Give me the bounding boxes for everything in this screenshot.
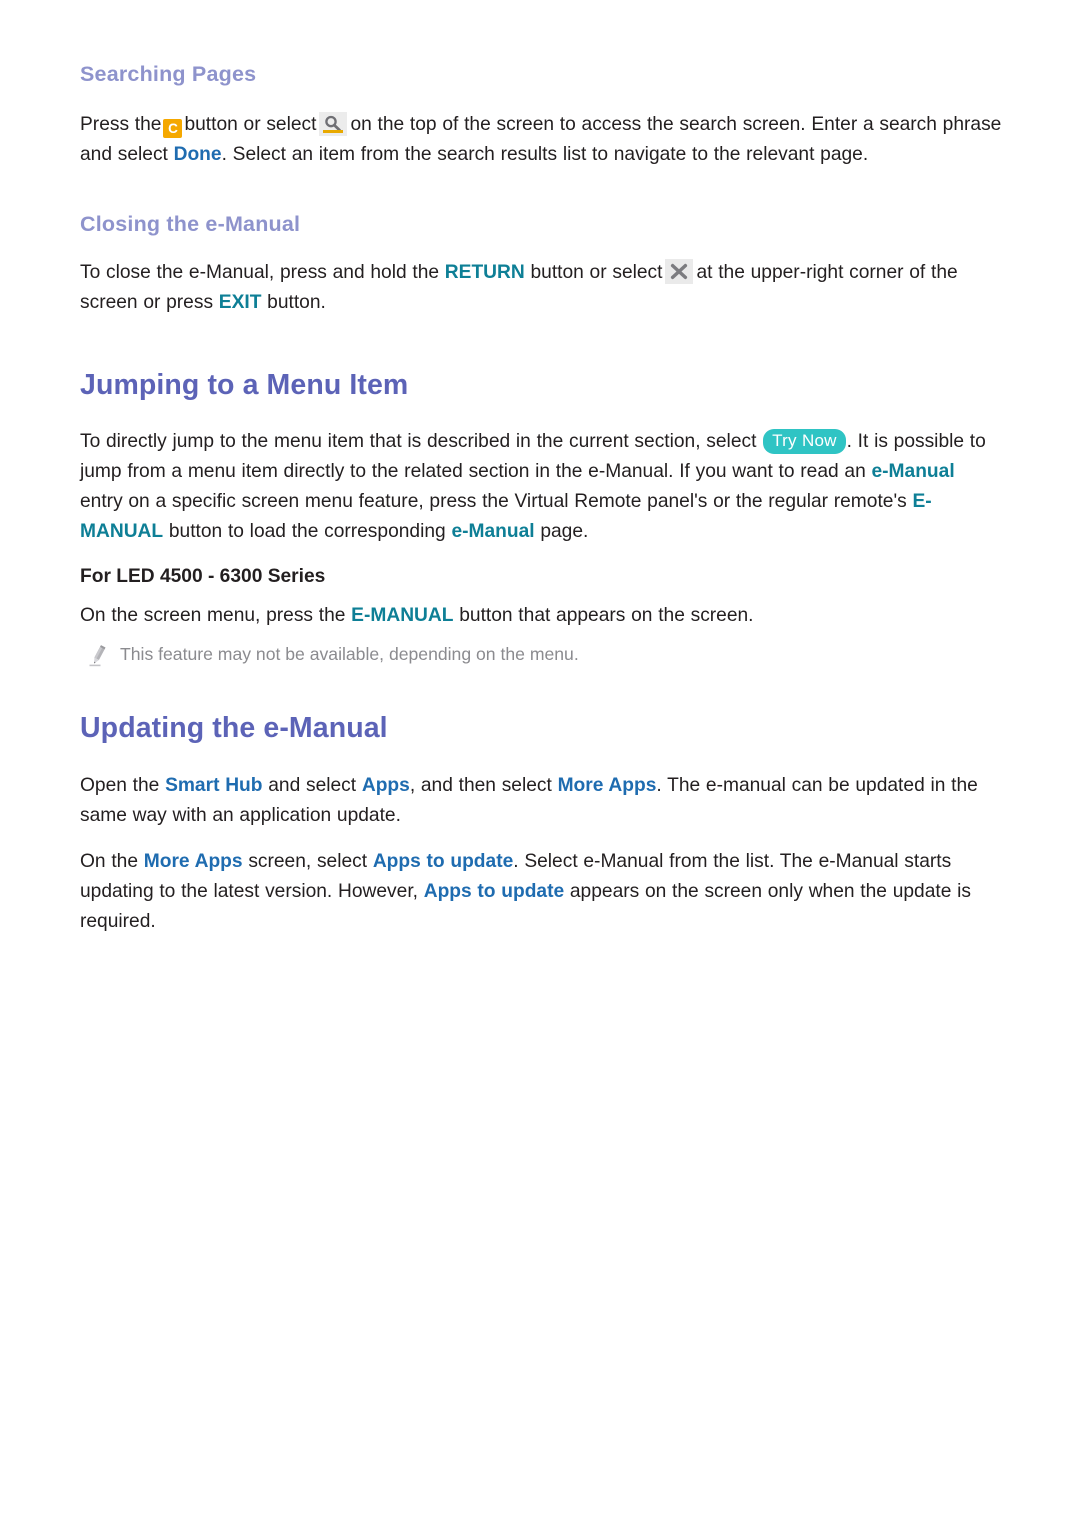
heading-closing-emanual: Closing the e-Manual	[80, 211, 301, 236]
text-run: On the	[80, 850, 138, 872]
link-apps-to-update-first[interactable]: Apps to update	[373, 851, 513, 872]
heading-jumping-to-menu-item: Jumping to a Menu Item	[80, 368, 409, 401]
text-run: screen, select	[248, 850, 368, 872]
text-run: To close the e-Manual, press and hold th…	[80, 261, 440, 283]
text-run: entry on a specific screen menu feature,…	[80, 491, 907, 513]
link-apps[interactable]: Apps	[362, 775, 410, 796]
text-run: To directly jump to the menu item that i…	[80, 431, 757, 453]
pencil-glyph	[89, 645, 106, 667]
text-run: , and then select	[409, 774, 552, 796]
heading-searching-pages: Searching Pages	[80, 62, 257, 86]
magnifier-glyph	[325, 115, 342, 132]
text-run: page.	[540, 521, 589, 543]
document-page: Searching Pages Press the Cbutton or sele…	[0, 0, 1080, 1527]
close-icon	[665, 258, 694, 284]
paragraph-updating-apps-to-update: On the More Apps screen, select Apps to …	[80, 847, 1002, 937]
try-now-badge[interactable]: Try Now	[763, 429, 846, 455]
subheading-for-led-series: For LED 4500 - 6300 Series	[80, 566, 326, 588]
text-run: button that appears on the screen.	[459, 605, 754, 627]
paragraph-screen-menu-emanual: On the screen menu, press the E-MANUAL b…	[80, 601, 1002, 631]
text-run: button.	[267, 291, 326, 313]
search-icon-underline	[323, 130, 344, 133]
link-more-apps[interactable]: More Apps	[144, 851, 243, 872]
x-glyph	[671, 263, 688, 279]
paragraph-searching-pages: Press the Cbutton or select on the top of…	[80, 110, 1002, 170]
text-run: . Select an item from the search results…	[221, 143, 869, 165]
text-run: Open the	[80, 774, 160, 796]
text-run: button to load the corresponding	[168, 521, 446, 543]
text-run: Press the	[80, 113, 162, 135]
link-smart-hub[interactable]: Smart Hub	[165, 775, 262, 796]
paragraph-updating-open-smart-hub: Open the Smart Hub and select Apps, and …	[80, 771, 1002, 831]
text-run: button or select	[530, 261, 663, 283]
note-availability: This feature may not be available, depen…	[80, 641, 1002, 667]
link-exit[interactable]: EXIT	[219, 292, 262, 313]
link-emanual-button[interactable]: E-MANUAL	[351, 605, 453, 626]
text-run: button or select	[184, 113, 317, 135]
search-icon	[319, 111, 348, 136]
c-button-icon: C	[163, 118, 183, 138]
paragraph-jumping-to-menu-item: To directly jump to the menu item that i…	[80, 427, 1002, 547]
text-run: On the screen menu, press the	[80, 605, 346, 627]
text-run: and select	[268, 774, 357, 796]
link-apps-to-update-second[interactable]: Apps to update	[424, 881, 564, 902]
link-emanual-second[interactable]: e-Manual	[451, 521, 534, 542]
link-emanual-first[interactable]: e-Manual	[872, 461, 955, 482]
link-more-apps[interactable]: More Apps	[558, 775, 657, 796]
link-done[interactable]: Done	[174, 144, 222, 165]
link-return[interactable]: RETURN	[445, 262, 525, 283]
heading-updating-emanual: Updating the e-Manual	[80, 712, 388, 745]
paragraph-closing-emanual: To close the e-Manual, press and hold th…	[80, 258, 1002, 318]
note-text: This feature may not be available, depen…	[120, 644, 579, 665]
pencil-icon	[88, 645, 108, 667]
